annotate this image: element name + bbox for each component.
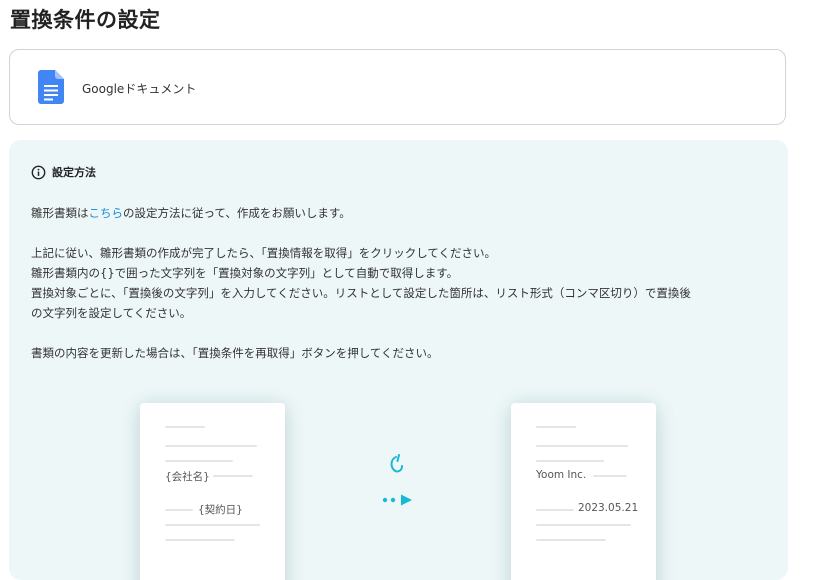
date-placeholder: {契約日} xyxy=(198,504,243,516)
info-icon xyxy=(31,165,46,179)
setup-instructions-panel: 設定方法 雛形書類はこちらの設定方法に従って、作成をお願いします。 上記に従い、… xyxy=(9,140,788,580)
app-name: Googleドキュメント xyxy=(82,82,197,96)
date-value: 2023.05.21 xyxy=(578,502,639,514)
instructions-header: 設定方法 xyxy=(31,164,96,180)
company-value: Yoom Inc. xyxy=(536,469,587,481)
instruction-line-3: 雛形書類内の{}で囲った文字列を「置換対象の文字列」として自動で取得します。 xyxy=(31,266,459,280)
company-placeholder: {会社名} xyxy=(165,471,210,483)
result-document-illustration: Yoom Inc. 2023.05.21 xyxy=(511,403,656,580)
page-title: 置換条件の設定 xyxy=(10,8,161,32)
selected-app-card[interactable]: Googleドキュメント xyxy=(9,49,786,125)
instructions-title: 設定方法 xyxy=(52,166,96,179)
instruction-line-5: の文字列を設定してください。 xyxy=(31,306,192,320)
template-document-illustration: {会社名} {契約日} xyxy=(140,403,285,580)
instruction-line-2: 上記に従い、雛形書類の作成が完了したら、「置換情報を取得」をクリックしてください… xyxy=(31,246,497,260)
instruction-line-4: 置換対象ごとに、「置換後の文字列」を入力してください。リストとして設定した箇所は… xyxy=(31,286,691,300)
replace-icon xyxy=(390,454,403,473)
arrow-right-icon xyxy=(382,494,412,506)
instruction-line-6: 書類の内容を更新した場合は、「置換条件を再取得」ボタンを押してください。 xyxy=(31,346,439,360)
google-docs-icon xyxy=(38,70,64,104)
template-guide-link[interactable]: こちら xyxy=(89,206,124,220)
instruction-line-1: 雛形書類はこちらの設定方法に従って、作成をお願いします。 xyxy=(31,206,351,220)
